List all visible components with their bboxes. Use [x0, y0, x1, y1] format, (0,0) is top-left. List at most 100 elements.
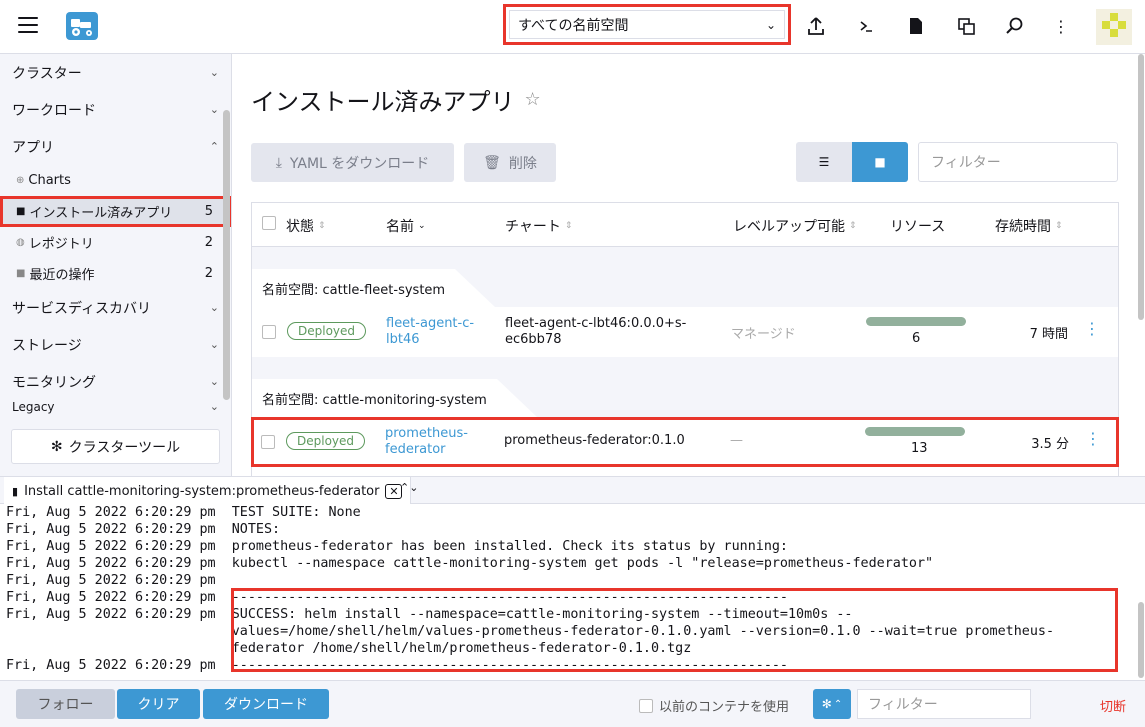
terminal-tab[interactable]: ▮ Install cattle-monitoring-system:prome…	[4, 477, 412, 505]
sidebar-item-count: 2	[204, 235, 213, 250]
cluster-tools-label: クラスターツール	[68, 439, 181, 456]
download-button[interactable]: ダウンロード	[203, 689, 329, 719]
delete-button[interactable]: 🗑 削除	[464, 143, 556, 182]
resources-count: 13	[911, 441, 928, 456]
group-view-folder-icon[interactable]: ■	[852, 142, 908, 182]
user-avatar[interactable]	[1096, 9, 1132, 45]
log-line: Fri, Aug 5 2022 6:20:29 pm TEST SUITE: N…	[6, 505, 361, 520]
column-label: チャート	[505, 219, 561, 235]
table-row[interactable]: Deployed prometheus-federator prometheus…	[251, 417, 1119, 467]
sort-icon: ⇕	[318, 221, 326, 231]
table-row[interactable]: Deployed fleet-agent-c-lbt46 fleet-agent…	[252, 307, 1118, 357]
upgradeable-value: —	[730, 433, 743, 448]
sidebar-item-repositories[interactable]: ◍ レポジトリ 2	[0, 227, 231, 258]
column-name[interactable]: 名前 ⌄	[386, 216, 426, 236]
sidebar-group-apps[interactable]: アプリ ⌃	[0, 128, 231, 165]
row-checkbox[interactable]	[261, 435, 275, 453]
resources-count: 6	[912, 331, 921, 346]
list-view-icon[interactable]: ☰	[796, 142, 852, 182]
view-toggle: ☰ ■	[796, 142, 908, 182]
sidebar-group-legacy[interactable]: Legacy ⌄	[0, 400, 231, 418]
chevron-down-icon: ⌄	[765, 17, 776, 32]
page-title: インストール済みアプリ ☆	[251, 82, 541, 117]
namespace-group-label: 名前空間: cattle-fleet-system	[252, 269, 496, 307]
download-icon: ⤓	[275, 154, 282, 171]
row-checkbox[interactable]	[262, 325, 276, 343]
globe-icon: ⊕	[16, 175, 25, 186]
log-filter-input[interactable]: フィルター	[857, 689, 1031, 719]
page-title-text: インストール済みアプリ	[251, 88, 515, 116]
column-label: 状態	[286, 219, 314, 235]
sidebar-group-workload[interactable]: ワークロード ⌄	[0, 91, 231, 128]
row-actions-icon[interactable]: ⋮	[1084, 319, 1100, 338]
sidebar-item-charts[interactable]: ⊕ Charts	[0, 165, 231, 196]
column-label: レベルアップ可能	[733, 219, 845, 235]
sidebar-item-count: 5	[204, 204, 213, 219]
cluster-tools-button[interactable]: ✻ クラスターツール	[11, 429, 220, 464]
main-content: インストール済みアプリ ☆ ⤓ YAML をダウンロード 🗑 削除 ☰ ■ フィ…	[233, 54, 1145, 476]
sidebar-scrollbar[interactable]	[223, 110, 230, 400]
file-icon[interactable]	[905, 15, 927, 37]
chevron-up-icon: ⌃	[209, 140, 219, 153]
terminal-tab-bar: ▮ Install cattle-monitoring-system:prome…	[0, 476, 1145, 505]
status-badge: Deployed	[286, 432, 366, 450]
status-badge: Deployed	[287, 322, 367, 340]
expand-collapse-icon[interactable]: ⌃⌄	[400, 481, 418, 494]
column-age[interactable]: 存続時間 ⇕	[995, 216, 1063, 236]
app-name-link[interactable]: prometheus-federator	[385, 426, 481, 458]
sidebar-item-count: 2	[204, 266, 213, 281]
upgradeable-value: マネージド	[731, 327, 796, 342]
sidebar-group-monitoring[interactable]: モニタリング ⌄	[0, 363, 231, 400]
sidebar-item-recent-operations[interactable]: ■ 最近の操作 2	[0, 258, 231, 289]
namespace-selector[interactable]: すべての名前空間 ⌄	[503, 4, 791, 45]
row-actions-icon[interactable]: ⋮	[1085, 429, 1101, 448]
previous-container-toggle[interactable]: 以前のコンテナを使用	[639, 696, 789, 715]
star-icon[interactable]: ☆	[525, 89, 541, 110]
top-header: すべての名前空間 ⌄ ⋮	[0, 0, 1145, 54]
sidebar-item-installed-apps[interactable]: ■ インストール済みアプリ 5	[0, 196, 231, 227]
resources-bar	[866, 317, 966, 326]
download-yaml-label: YAML をダウンロード	[289, 155, 430, 172]
filter-input[interactable]: フィルター	[918, 142, 1118, 182]
sidebar-group-label: モニタリング	[12, 374, 96, 391]
column-state[interactable]: 状態 ⇕	[286, 216, 326, 236]
download-yaml-button[interactable]: ⤓ YAML をダウンロード	[251, 143, 454, 182]
settings-dropdown-button[interactable]: ✻ ⌃	[813, 689, 851, 719]
search-icon[interactable]	[1004, 15, 1026, 37]
chevron-down-icon: ⌄	[209, 66, 219, 79]
more-vertical-icon[interactable]: ⋮	[1050, 15, 1072, 37]
table-header: 状態 ⇕ 名前 ⌄ チャート ⇕ レベルアップ可能 ⇕ リソース 存続時間 ⇕	[252, 203, 1118, 247]
previous-container-checkbox[interactable]	[639, 698, 653, 713]
folder-icon: ■	[16, 268, 26, 279]
sidebar-group-service-discovery[interactable]: サービスディスカバリ ⌄	[0, 289, 231, 326]
chevron-down-icon: ⌄	[209, 103, 219, 116]
copy-icon[interactable]	[955, 15, 977, 37]
shell-icon[interactable]	[855, 15, 877, 37]
age-value: 3.5 分	[1031, 437, 1069, 452]
app-name-link[interactable]: fleet-agent-c-lbt46	[386, 316, 482, 348]
clear-button[interactable]: クリア	[117, 689, 200, 719]
main-scrollbar[interactable]	[1138, 54, 1144, 320]
column-chart[interactable]: チャート ⇕	[505, 216, 572, 236]
select-all-checkbox[interactable]	[262, 216, 276, 230]
sidebar-group-cluster[interactable]: クラスター ⌄	[0, 54, 231, 91]
column-label: 存続時間	[995, 219, 1051, 235]
sidebar-group-storage[interactable]: ストレージ ⌄	[0, 326, 231, 363]
follow-button[interactable]: フォロー	[16, 689, 115, 719]
upload-icon[interactable]	[805, 15, 827, 37]
log-line: Fri, Aug 5 2022 6:20:29 pm NOTES:	[6, 522, 281, 537]
sort-icon: ⇕	[564, 221, 573, 231]
disconnect-link[interactable]: 切断	[1100, 696, 1126, 715]
delete-label: 削除	[508, 155, 537, 172]
gear-icon: ✻	[821, 697, 832, 711]
column-upgradeable[interactable]: レベルアップ可能 ⇕	[733, 216, 857, 236]
chart-value: prometheus-federator:0.1.0	[504, 433, 685, 448]
file-icon: ▮	[12, 484, 19, 498]
namespace-group-header: 名前空間: cattle-monitoring-system	[252, 357, 1118, 417]
sort-desc-icon: ⌄	[418, 221, 426, 231]
rancher-logo[interactable]	[66, 12, 98, 40]
globe-icon: ◍	[16, 237, 25, 248]
terminal-scrollbar[interactable]	[1138, 602, 1144, 678]
hamburger-menu-icon[interactable]	[18, 17, 38, 33]
terminal-log[interactable]: Fri, Aug 5 2022 6:20:29 pm TEST SUITE: N…	[0, 504, 1145, 680]
